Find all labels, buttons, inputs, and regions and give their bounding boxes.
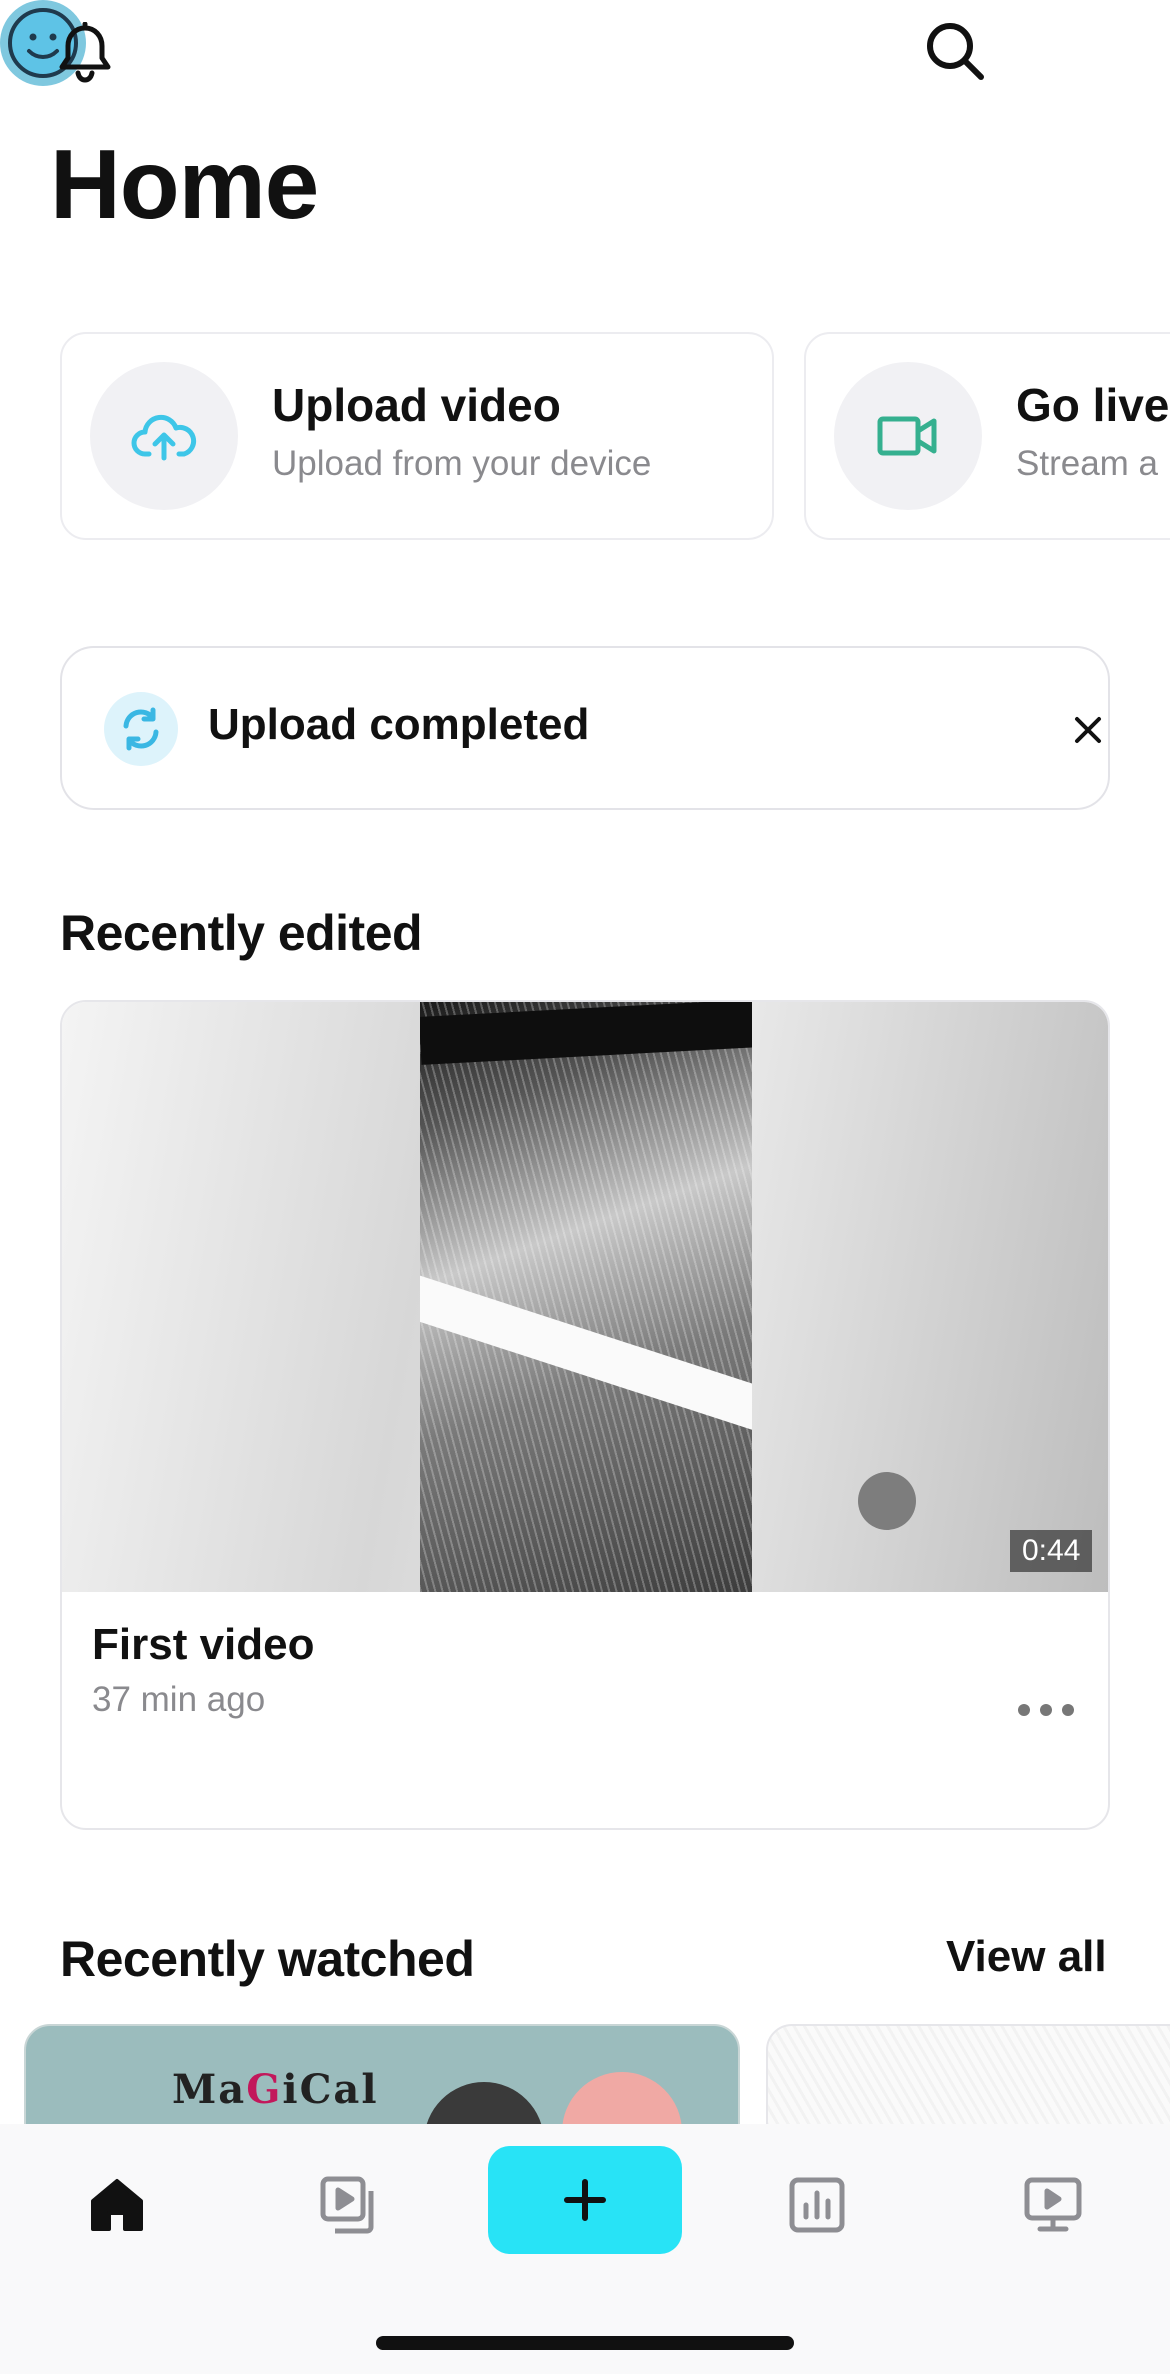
notifications-bell-icon[interactable] xyxy=(50,18,120,88)
create-button[interactable] xyxy=(488,2146,682,2254)
plus-icon xyxy=(564,2179,606,2221)
sync-icon xyxy=(104,692,178,766)
cloud-upload-icon xyxy=(90,362,238,510)
page-title: Home xyxy=(50,129,319,239)
upload-status-text: Upload completed xyxy=(208,700,590,749)
recently-watched-heading: Recently watched xyxy=(60,1931,475,1987)
home-indicator xyxy=(376,2336,794,2350)
channel-icon[interactable] xyxy=(1008,2160,1098,2250)
go-live-card[interactable]: Go live Stream a xyxy=(804,332,1170,540)
video-thumbnail[interactable]: 0:44 xyxy=(62,1002,1108,1592)
video-title: First video xyxy=(92,1620,315,1669)
home-icon[interactable] xyxy=(72,2160,162,2250)
video-duration-badge: 0:44 xyxy=(1010,1530,1093,1572)
view-all-link[interactable]: View all xyxy=(946,1932,1107,1982)
video-camera-icon xyxy=(834,362,982,510)
library-icon[interactable] xyxy=(304,2160,394,2250)
close-icon[interactable] xyxy=(1058,700,1118,760)
upload-status-banner: Upload completed xyxy=(60,646,1110,810)
bottom-navigation xyxy=(0,2124,1170,2374)
more-options-icon[interactable] xyxy=(1006,1690,1086,1730)
thumbnail-logo-text: MaGiCal xyxy=(172,2066,379,2113)
upload-video-title: Upload video xyxy=(272,379,561,431)
search-icon[interactable] xyxy=(918,14,992,88)
thumbnail-dot xyxy=(858,1472,916,1530)
go-live-subtitle: Stream a xyxy=(1016,444,1158,483)
upload-video-subtitle: Upload from your device xyxy=(272,444,652,483)
video-edited-time: 37 min ago xyxy=(92,1680,266,1719)
video-card[interactable]: 0:44 First video 37 min ago xyxy=(60,1000,1110,1830)
upload-video-card[interactable]: Upload video Upload from your device xyxy=(60,332,774,540)
thumbnail-image xyxy=(420,1002,752,1592)
go-live-title: Go live xyxy=(1016,379,1170,431)
recently-edited-heading: Recently edited xyxy=(60,905,423,961)
stats-icon[interactable] xyxy=(772,2160,862,2250)
